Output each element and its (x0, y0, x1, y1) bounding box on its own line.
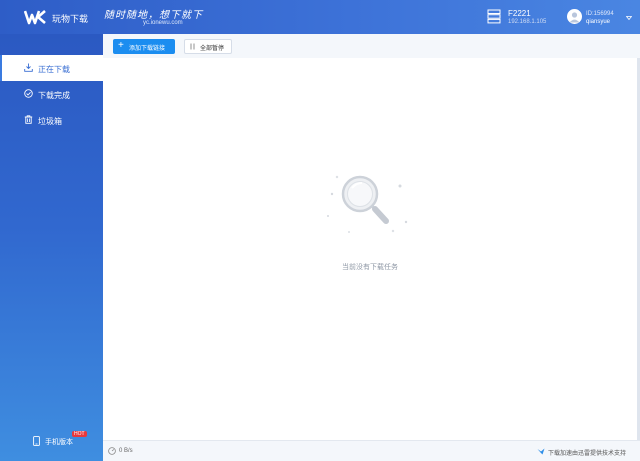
site-url: yc.ionewu.com (143, 20, 183, 26)
avatar[interactable] (567, 9, 582, 24)
sidebar: 正在下载 下载完成 垃圾箱 手机版本 HOT (0, 34, 103, 461)
server-icon[interactable] (487, 9, 501, 24)
device-ip: 192.168.1.105 (508, 19, 547, 25)
app-logo-icon (24, 10, 46, 25)
thunder-bird-icon (537, 448, 545, 455)
download-speed: 0 B/s (119, 448, 133, 454)
download-icon (24, 63, 33, 72)
sidebar-item-trash[interactable]: 垃圾箱 (0, 107, 103, 133)
sidebar-item-completed[interactable]: 下载完成 (0, 81, 103, 107)
device-name[interactable]: F2221 (508, 9, 531, 18)
trash-icon (24, 115, 33, 124)
sidebar-item-label: 下载完成 (38, 91, 70, 100)
toolbar: + 添加下载链接 全部暂停 (103, 34, 640, 58)
empty-state-message: 当前没有下载任务 (342, 264, 398, 271)
speed-gauge-icon (108, 447, 116, 455)
chevron-down-icon[interactable] (626, 15, 632, 21)
check-circle-icon (24, 89, 33, 98)
status-bar: 0 B/s 下载加速由迅雷提供技术支持 (103, 440, 640, 461)
add-download-link-label: 添加下载链接 (129, 46, 166, 52)
sidebar-item-downloading[interactable]: 正在下载 (0, 55, 103, 81)
sidebar-item-label: 垃圾箱 (38, 117, 62, 126)
plus-icon: + (118, 40, 124, 51)
download-list: 当前没有下载任务 (103, 58, 637, 440)
pause-icon (190, 43, 195, 50)
user-id: ID:156994 (586, 11, 614, 17)
title-bar: 玩物下载 随时随地，想下就下 yc.ionewu.com F2221 192.1… (0, 0, 640, 34)
app-name: 玩物下载 (52, 14, 89, 24)
user-icon (569, 12, 580, 23)
pause-all-button[interactable]: 全部暂停 (184, 39, 232, 54)
slogan: 随时随地，想下就下 (104, 10, 203, 21)
pause-all-label: 全部暂停 (200, 46, 225, 52)
phone-icon (33, 436, 40, 446)
empty-search-icon (327, 175, 408, 233)
sidebar-item-label: 正在下载 (38, 65, 70, 74)
mobile-version-label: 手机版本 (45, 439, 73, 446)
add-download-link-button[interactable]: + 添加下载链接 (113, 39, 175, 54)
hot-badge: HOT (72, 431, 87, 437)
user-name[interactable]: qiansyue (586, 19, 610, 25)
acceleration-credit: 下载加速由迅雷提供技术支持 (548, 451, 627, 457)
